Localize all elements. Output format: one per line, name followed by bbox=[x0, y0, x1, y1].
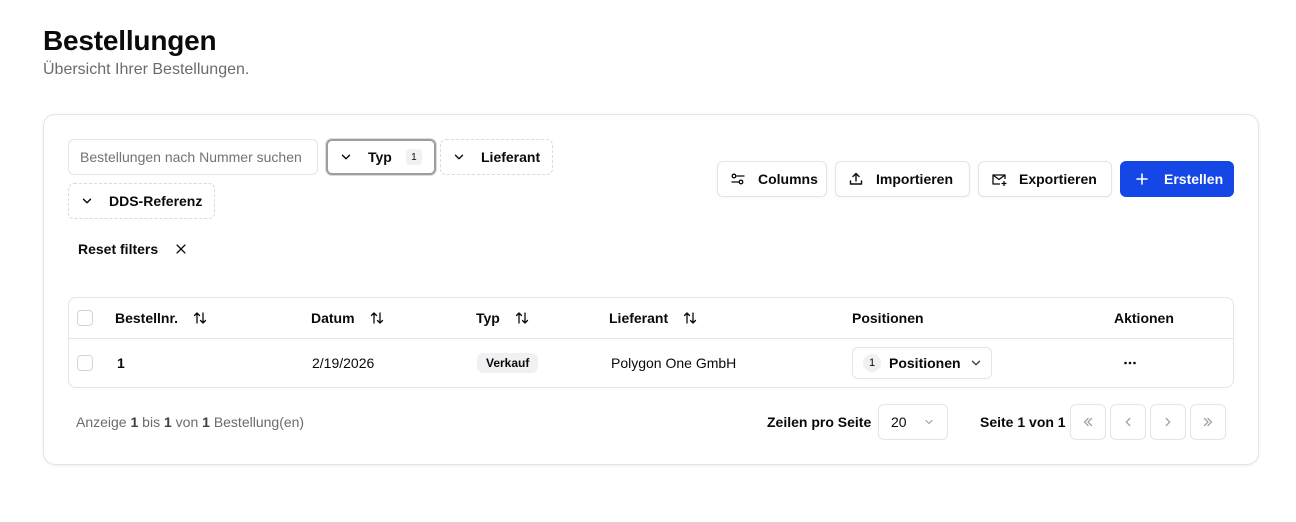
filter-typ-label: Typ bbox=[368, 149, 392, 165]
more-actions-icon[interactable] bbox=[1122, 355, 1138, 371]
next-page-button[interactable] bbox=[1150, 404, 1186, 440]
order-supplier: Polygon One GmbH bbox=[611, 355, 737, 371]
filter-lieferant-button[interactable]: Lieferant bbox=[440, 139, 554, 175]
info-suffix: Bestellung(en) bbox=[213, 414, 305, 430]
column-header-label: Positionen bbox=[852, 310, 924, 326]
rows-per-page-select[interactable]: 20 bbox=[878, 404, 948, 440]
order-number: 1 bbox=[117, 355, 125, 371]
row-checkbox[interactable] bbox=[77, 355, 93, 371]
search-input[interactable] bbox=[68, 139, 318, 175]
reset-filters-button[interactable]: Reset filters bbox=[68, 233, 198, 265]
rows-per-page-value: 20 bbox=[891, 414, 907, 430]
close-icon bbox=[174, 242, 188, 256]
positions-dropdown-button[interactable]: 1 Positionen bbox=[852, 347, 992, 379]
info-total: 1 bbox=[202, 414, 210, 430]
chevron-down-icon bbox=[969, 356, 983, 370]
positions-label: Positionen bbox=[889, 355, 961, 371]
column-header-label: Typ bbox=[476, 310, 500, 326]
first-page-button[interactable] bbox=[1070, 404, 1106, 440]
order-date: 2/19/2026 bbox=[312, 355, 375, 371]
rows-per-page-label: Zeilen pro Seite bbox=[767, 414, 872, 430]
column-header-label: Lieferant bbox=[609, 310, 669, 326]
mail-export-icon bbox=[991, 171, 1007, 187]
positions-count-badge: 1 bbox=[863, 354, 881, 372]
chevron-down-icon bbox=[338, 149, 354, 165]
page-header: Bestellungen Übersicht Ihrer Bestellunge… bbox=[43, 22, 249, 79]
page-title: Bestellungen bbox=[43, 25, 217, 56]
page-indicator: Seite 1 von 1 bbox=[980, 414, 1066, 430]
filter-lieferant-label: Lieferant bbox=[481, 149, 541, 165]
column-header-bestellnr[interactable]: Bestellnr. bbox=[115, 298, 208, 338]
create-label: Erstellen bbox=[1164, 171, 1224, 187]
sort-icon bbox=[514, 310, 530, 326]
info-mid2: von bbox=[175, 414, 199, 430]
sliders-icon bbox=[730, 171, 746, 187]
upload-icon bbox=[848, 171, 864, 187]
sort-icon bbox=[369, 310, 385, 326]
chevrons-left-icon bbox=[1081, 415, 1095, 429]
columns-button[interactable]: Columns bbox=[717, 161, 827, 197]
import-button[interactable]: Importieren bbox=[835, 161, 970, 197]
orders-table: Bestellnr. Datum Typ Lieferant Positione… bbox=[68, 297, 1234, 388]
columns-label: Columns bbox=[758, 171, 818, 187]
info-to: 1 bbox=[163, 414, 172, 430]
pagination-info: Anzeige 1 bis 1 von 1 Bestellung(en) bbox=[76, 414, 304, 430]
filter-count-badge: 1 bbox=[405, 149, 422, 165]
export-button[interactable]: Exportieren bbox=[978, 161, 1112, 197]
column-header-label: Datum bbox=[311, 310, 355, 326]
column-header-label: Bestellnr. bbox=[115, 310, 179, 326]
chevron-down-icon bbox=[923, 416, 935, 428]
positions-cell: 1 Positionen bbox=[852, 339, 992, 387]
filter-dds-referenz-label: DDS-Referenz bbox=[109, 193, 203, 209]
filter-dds-referenz-button[interactable]: DDS-Referenz bbox=[68, 183, 216, 219]
column-header-label: Aktionen bbox=[1114, 310, 1174, 326]
table-row[interactable]: 1 2/19/2026 Verkauf Polygon One GmbH 1 P… bbox=[69, 339, 1233, 387]
column-header-datum[interactable]: Datum bbox=[311, 298, 385, 338]
chevrons-right-icon bbox=[1201, 415, 1215, 429]
column-header-lieferant[interactable]: Lieferant bbox=[609, 298, 698, 338]
export-label: Exportieren bbox=[1019, 171, 1097, 187]
chevron-left-icon bbox=[1121, 415, 1135, 429]
prev-page-button[interactable] bbox=[1110, 404, 1146, 440]
sort-icon bbox=[192, 310, 208, 326]
create-button[interactable]: Erstellen bbox=[1120, 161, 1234, 197]
type-badge: Verkauf bbox=[477, 353, 539, 373]
column-header-aktionen: Aktionen bbox=[1114, 298, 1174, 338]
info-prefix: Anzeige bbox=[76, 414, 127, 430]
info-mid1: bis bbox=[142, 414, 161, 430]
import-label: Importieren bbox=[876, 171, 954, 187]
chevron-down-icon bbox=[451, 149, 467, 165]
order-type-cell: Verkauf bbox=[477, 339, 539, 387]
chevron-down-icon bbox=[79, 193, 95, 209]
plus-icon bbox=[1134, 171, 1150, 187]
last-page-button[interactable] bbox=[1190, 404, 1226, 440]
sort-icon bbox=[682, 310, 698, 326]
row-select-cell bbox=[77, 339, 93, 387]
select-all-checkbox[interactable] bbox=[77, 310, 93, 326]
orders-card: Typ 1 Lieferant DDS-Referenz Reset filte… bbox=[43, 114, 1259, 465]
page-subtitle: Übersicht Ihrer Bestellungen. bbox=[43, 61, 250, 78]
chevron-right-icon bbox=[1161, 415, 1175, 429]
actions-cell bbox=[1122, 339, 1138, 387]
table-header-row: Bestellnr. Datum Typ Lieferant Positione… bbox=[69, 298, 1233, 339]
info-from: 1 bbox=[130, 414, 139, 430]
column-header-positionen: Positionen bbox=[852, 298, 924, 338]
filter-typ-button[interactable]: Typ 1 bbox=[326, 139, 436, 175]
select-all-cell bbox=[77, 298, 93, 338]
reset-filters-label: Reset filters bbox=[78, 241, 159, 257]
column-header-typ[interactable]: Typ bbox=[476, 298, 530, 338]
